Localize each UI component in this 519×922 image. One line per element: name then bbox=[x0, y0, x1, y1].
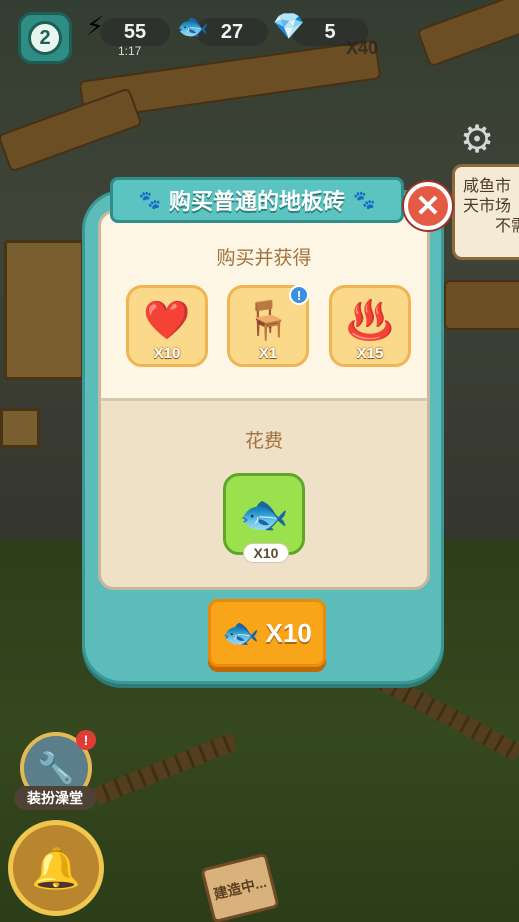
lightning-icon: ⚡ bbox=[85, 12, 105, 42]
fish-coin-icon: 🐟 bbox=[222, 615, 260, 651]
level-number: 2 bbox=[28, 21, 62, 55]
note-line: 咸鱼市 bbox=[463, 178, 512, 195]
hot-spring-coin-icon: ♨️ bbox=[346, 297, 394, 342]
energy-value: 55 bbox=[123, 20, 147, 43]
note-line: 不需 bbox=[495, 218, 519, 235]
reward-qty: X1 bbox=[258, 345, 278, 362]
wrench-icon: 🔧 bbox=[37, 750, 75, 786]
energy-timer: 1:17 bbox=[118, 44, 142, 58]
close-icon: ✕ bbox=[415, 189, 441, 223]
bubble-count: X40 bbox=[346, 38, 379, 58]
reward-qty: X10 bbox=[153, 345, 181, 362]
cost-qty: X10 bbox=[243, 543, 289, 563]
reward-item-hot-spring-coins[interactable]: ♨️ X15 bbox=[329, 285, 411, 367]
rewards-heading: 购买并获得 bbox=[216, 247, 312, 269]
fish-coin-icon: 🐟 bbox=[176, 12, 210, 42]
reward-item-hearts[interactable]: ❤️ X10 bbox=[126, 285, 208, 367]
note-line: 天市场 bbox=[463, 198, 512, 215]
fish-coin-icon: 🐟 bbox=[239, 491, 289, 538]
buy-button[interactable]: 🐟 X10 bbox=[208, 599, 326, 667]
cost-heading: 花费 bbox=[244, 430, 283, 452]
close-button[interactable]: ✕ bbox=[404, 182, 452, 230]
gem-value: 5 bbox=[324, 20, 336, 43]
dialog-title-ribbon: 🐾 购买普通的地板砖 🐾 bbox=[110, 177, 404, 223]
market-note[interactable]: 咸鱼市 天市场 不需 bbox=[452, 164, 519, 260]
dialog-title: 购买普通的地板砖 bbox=[168, 190, 345, 215]
fish-coin-value: 27 bbox=[220, 20, 244, 43]
build-button[interactable]: 🔔 bbox=[8, 820, 104, 916]
resource-bar: 2 55 ⚡ 1:17 27 🐟 5 💎 X40 bbox=[0, 0, 519, 70]
notification-badge: ! bbox=[76, 730, 96, 750]
reward-qty: X15 bbox=[356, 345, 384, 362]
level-badge[interactable]: 2 bbox=[18, 12, 72, 64]
decorate-label[interactable]: 装扮澡堂 bbox=[14, 786, 96, 810]
heart-icon: ❤️ bbox=[143, 297, 191, 342]
info-icon[interactable]: ! bbox=[289, 285, 309, 305]
rewards-section: 购买并获得 ❤️ X10 🪑 X1 ! ♨️ X15 bbox=[101, 213, 427, 401]
paw-icon: 🐾 bbox=[138, 189, 161, 211]
bell-icon: 🔔 bbox=[31, 845, 81, 892]
floor-tile-icon: 🪑 bbox=[244, 297, 292, 342]
gem-icon: 💎 bbox=[272, 12, 306, 42]
reward-item-floor-tile[interactable]: 🪑 X1 ! bbox=[227, 285, 309, 367]
gear-icon[interactable]: ⚙ bbox=[456, 117, 498, 161]
buy-button-label: X10 bbox=[265, 617, 312, 648]
paw-icon: 🐾 bbox=[353, 189, 376, 211]
purchase-panel: 购买并获得 ❤️ X10 🪑 X1 ! ♨️ X15 花费 🐟 X10 bbox=[98, 210, 430, 590]
